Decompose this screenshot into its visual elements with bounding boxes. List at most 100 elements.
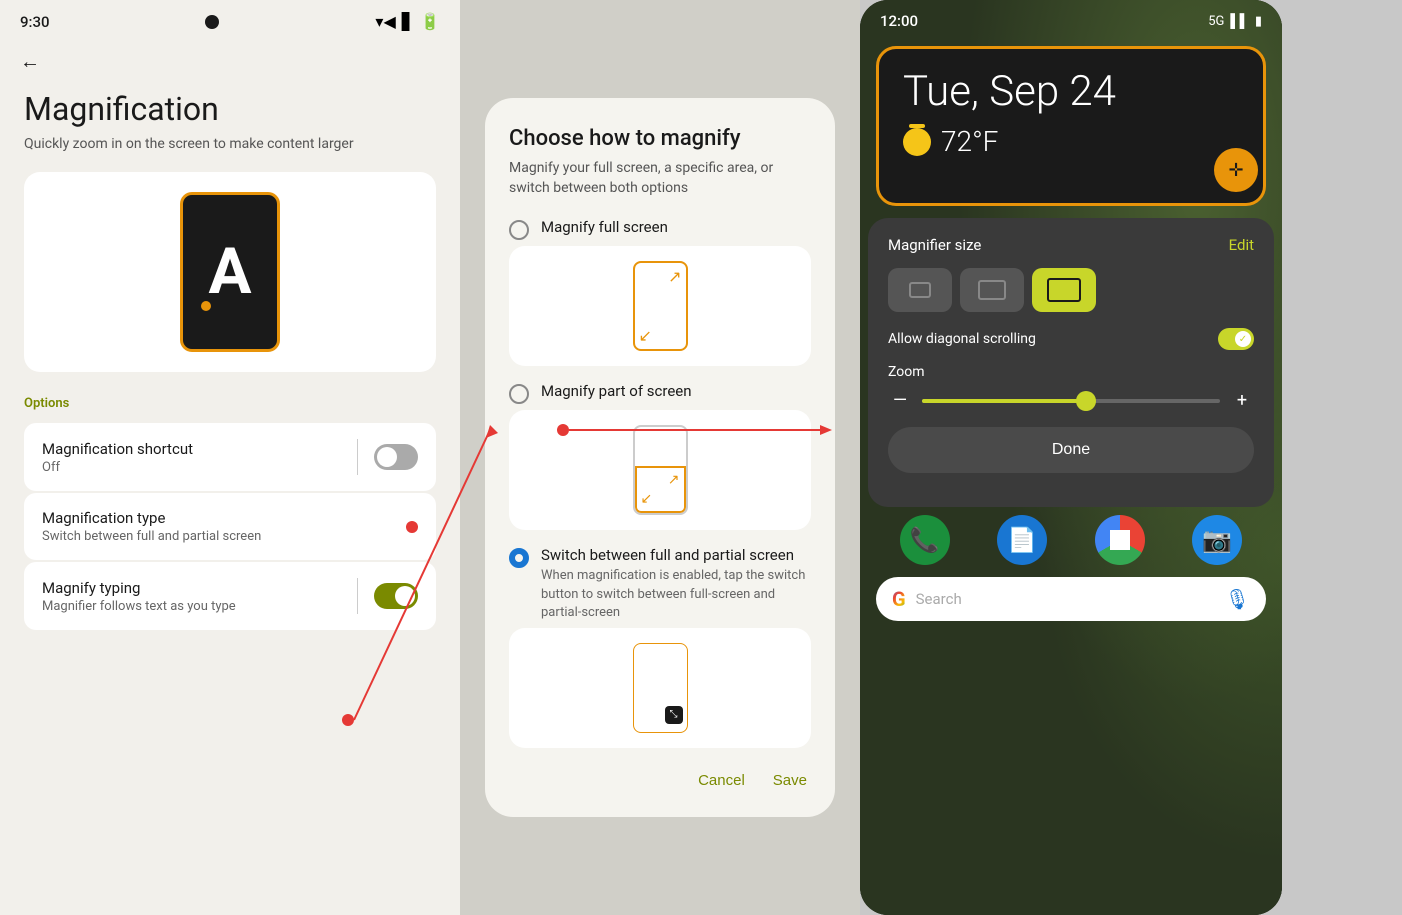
mic-icon[interactable]: 🎙 <box>1225 587 1250 611</box>
illustration-fullscreen: ↗ ↙ <box>509 246 811 366</box>
settings-panel: 9:30 ▾◀ ▋ 🔋 ← Magnification Quickly zoom… <box>0 0 460 915</box>
zoom-thumb[interactable] <box>1076 391 1096 411</box>
battery-icon: 🔋 <box>420 12 440 31</box>
setting-item-left: Magnification type Switch between full a… <box>42 509 406 544</box>
corner-top-right: ↗ <box>668 267 681 286</box>
zoom-decrease-button[interactable]: — <box>888 390 912 411</box>
shortcut-title: Magnification shortcut <box>42 440 341 458</box>
radio-circle-switch <box>509 548 529 568</box>
corner-bottom-left: ↙ <box>639 326 652 345</box>
shortcut-toggle[interactable] <box>374 444 418 470</box>
phone-dock-area: 📞 📄 📷 G Search 🎙 <box>860 507 1282 621</box>
magnifier-size-label: Magnifier size <box>888 236 981 254</box>
radio-option-switch[interactable]: Switch between full and partial screen W… <box>509 546 811 622</box>
zoom-track[interactable] <box>922 399 1220 403</box>
phone-dot <box>201 301 211 311</box>
zoom-fill <box>922 399 1086 403</box>
radio-circle-partial <box>509 384 529 404</box>
move-icon: ✛ <box>1228 160 1243 181</box>
signal-bars-icon: ▌▌ <box>1230 13 1248 29</box>
size-large-button[interactable] <box>1032 268 1096 312</box>
partial-arrow-bl: ↙ <box>641 491 653 507</box>
size-medium-icon <box>978 280 1006 300</box>
size-small-button[interactable] <box>888 268 952 312</box>
app-chrome-icon[interactable] <box>1095 515 1145 565</box>
radio-option-partial[interactable]: Magnify part of screen <box>509 382 811 404</box>
diagonal-scrolling-label: Allow diagonal scrolling <box>888 331 1036 347</box>
switch-icon: ⤡ <box>665 706 683 724</box>
phone-preview-card: A <box>24 172 436 372</box>
search-placeholder: Search <box>916 590 1215 608</box>
typing-toggle[interactable] <box>374 583 418 609</box>
setting-item-type[interactable]: Magnification type Switch between full a… <box>24 493 436 560</box>
size-options <box>888 268 1254 312</box>
clock-widget: Tue, Sep 24 72°F <box>876 46 1266 206</box>
corner-arrows: ↗ ↙ <box>635 263 686 349</box>
radio-option-fullscreen[interactable]: Magnify full screen <box>509 218 811 240</box>
dialog-actions: Cancel Save <box>509 764 811 797</box>
battery-icon-phone: ▮ <box>1255 14 1262 29</box>
type-subtitle: Switch between full and partial screen <box>42 529 406 544</box>
setting-item-shortcut[interactable]: Magnification shortcut Off <box>24 423 436 491</box>
setting-item-typing[interactable]: Magnify typing Magnifier follows text as… <box>24 562 436 630</box>
app-camera-icon[interactable]: 📷 <box>1192 515 1242 565</box>
phone-mockup: A <box>180 192 280 352</box>
phone-illus-2: ↙ ↗ <box>633 425 688 515</box>
divider <box>357 578 358 614</box>
size-small-icon <box>909 282 931 298</box>
cancel-button[interactable]: Cancel <box>694 764 749 797</box>
status-bar: 9:30 ▾◀ ▋ 🔋 <box>0 0 460 39</box>
radio-label-switch: Switch between full and partial screen <box>541 546 811 564</box>
size-large-icon <box>1047 278 1081 302</box>
illustration-partial: ↙ ↗ <box>509 410 811 530</box>
type-title: Magnification type <box>42 509 406 527</box>
page-title: Magnification <box>24 90 436 128</box>
back-button[interactable]: ← <box>0 39 460 80</box>
typing-subtitle: Magnifier follows text as you type <box>42 599 341 614</box>
magnifier-size-row: Magnifier size Edit <box>888 236 1254 254</box>
dialog-card: Choose how to magnify Magnify your full … <box>485 98 835 817</box>
setting-item-left: Magnification shortcut Off <box>42 440 341 475</box>
diagonal-scrolling-toggle[interactable]: ✓ <box>1218 328 1254 350</box>
save-button[interactable]: Save <box>769 764 811 797</box>
magnifier-control-button[interactable]: ✛ <box>1214 148 1258 192</box>
toggle-thumb <box>395 586 415 606</box>
options-label: Options <box>24 396 436 411</box>
size-medium-button[interactable] <box>960 268 1024 312</box>
partial-arrow-tr: ↗ <box>668 472 680 488</box>
phone-illus-1: ↗ ↙ <box>633 261 688 351</box>
phone-status-right: 5G ▌▌ ▮ <box>1208 13 1262 29</box>
chrome-center <box>1110 530 1130 550</box>
google-g-letter: G <box>892 587 906 611</box>
magnifier-popup: Magnifier size Edit Allow diagonal scrol… <box>868 218 1274 507</box>
shortcut-subtitle: Off <box>42 460 341 475</box>
illustration-switch: ⤡ <box>509 628 811 748</box>
app-phone-icon[interactable]: 📞 <box>900 515 950 565</box>
5g-label: 5G <box>1208 14 1224 29</box>
status-time: 9:30 <box>20 13 50 31</box>
zoom-increase-button[interactable]: + <box>1230 390 1254 411</box>
radio-label-fullscreen: Magnify full screen <box>541 218 668 236</box>
phone-panel: 12:00 5G ▌▌ ▮ Tue, Sep 24 72°F ✛ Magnifi… <box>860 0 1282 915</box>
dialog-title: Choose how to magnify <box>509 126 811 151</box>
edit-link[interactable]: Edit <box>1229 236 1254 254</box>
clock-weather: 72°F <box>903 125 1239 158</box>
dialog-panel: Choose how to magnify Magnify your full … <box>460 0 860 915</box>
phone-illus-3: ⤡ <box>633 643 688 733</box>
clock-date: Tue, Sep 24 <box>903 69 1239 115</box>
phone-status-bar: 12:00 5G ▌▌ ▮ <box>860 0 1282 38</box>
dialog-subtitle: Magnify your full screen, a specific are… <box>509 159 811 198</box>
toggle-thumb <box>377 447 397 467</box>
radio-label-partial: Magnify part of screen <box>541 382 692 400</box>
radio-desc-switch: When magnification is enabled, tap the s… <box>541 567 811 622</box>
app-docs-icon[interactable]: 📄 <box>997 515 1047 565</box>
zoom-label: Zoom <box>888 364 1254 380</box>
phone-letter: A <box>209 240 252 304</box>
weather-temp: 72°F <box>941 125 998 158</box>
radio-circle-fullscreen <box>509 220 529 240</box>
google-search-bar[interactable]: G Search 🎙 <box>876 577 1266 621</box>
status-icons: ▾◀ ▋ 🔋 <box>375 12 440 31</box>
done-button[interactable]: Done <box>888 427 1254 473</box>
diagonal-scrolling-row: Allow diagonal scrolling ✓ <box>888 328 1254 350</box>
phone-status-time: 12:00 <box>880 12 918 30</box>
